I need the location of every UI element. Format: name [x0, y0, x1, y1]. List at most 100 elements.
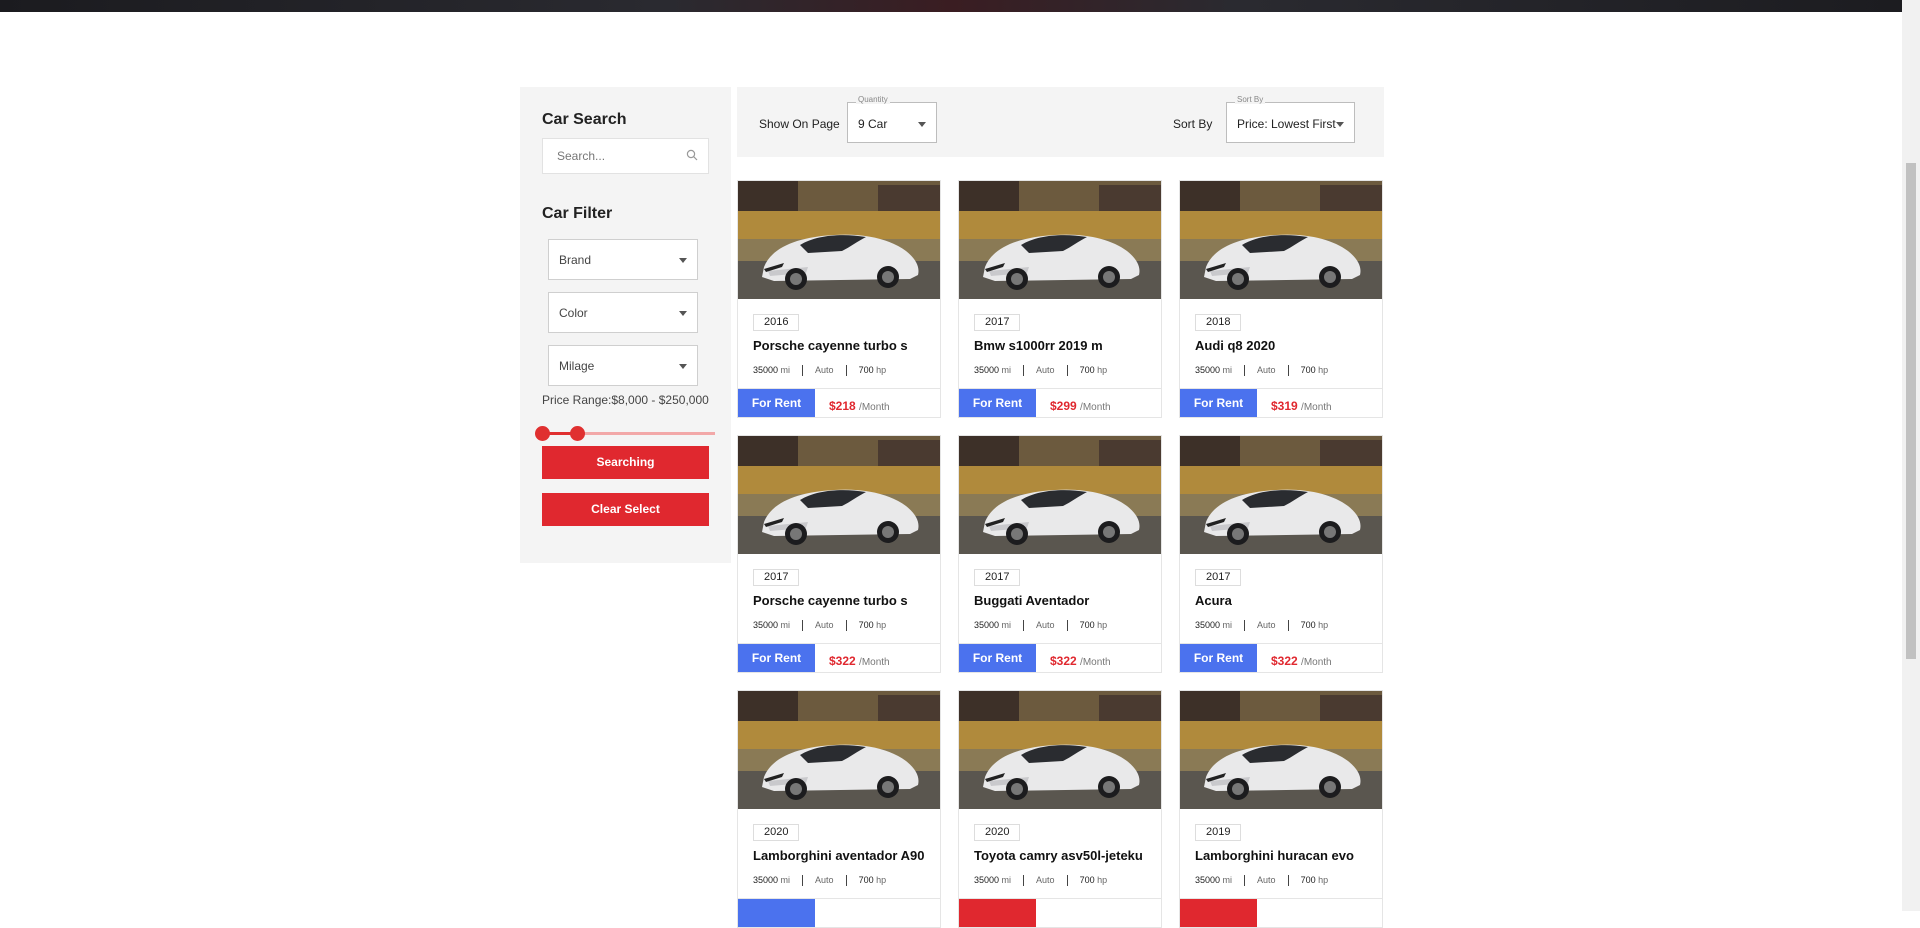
car-photo[interactable]	[1180, 436, 1382, 554]
car-card[interactable]: 2017 Bmw s1000rr 2019 m 35000 mi Auto 700 hp…	[958, 180, 1162, 418]
for-rent-button[interactable]	[738, 899, 815, 927]
card-footer: For Rent $218 /Month	[738, 388, 940, 417]
card-footer	[959, 898, 1161, 927]
transmission: Auto	[815, 620, 834, 630]
clear-select-button[interactable]: Clear Select	[542, 493, 709, 526]
price-period: /Month	[1080, 402, 1111, 413]
page-scrollbar[interactable]	[1902, 0, 1920, 911]
car-photo[interactable]	[959, 436, 1161, 554]
mileage-value: 35000	[1195, 620, 1221, 630]
horsepower-unit: hp	[1318, 620, 1329, 630]
for-rent-button[interactable]	[959, 899, 1036, 927]
card-footer: For Rent $322 /Month	[1180, 643, 1382, 672]
car-card[interactable]: 2017 Acura 35000 mi Auto 700 hp For Rent $322 …	[1179, 435, 1383, 673]
brand-select[interactable]: Brand	[548, 239, 698, 280]
milage-select[interactable]: Milage	[548, 345, 698, 386]
for-rent-button[interactable]: For Rent	[1180, 644, 1257, 672]
price-period: /Month	[1301, 402, 1332, 413]
year-badge: 2017	[974, 314, 1021, 331]
mileage-value: 35000	[1195, 365, 1221, 375]
hero-banner-edge	[0, 0, 1902, 12]
mileage-unit: mi	[780, 620, 791, 630]
for-rent-button[interactable]: For Rent	[959, 644, 1036, 672]
car-card[interactable]: 2019 Lamborghini huracan evo 35000 mi Auto 7…	[1179, 690, 1383, 928]
car-name[interactable]: Porsche cayenne turbo s	[753, 338, 908, 353]
year-badge: 2020	[974, 824, 1021, 841]
price-range: Price Range:$8,000 - $250,000	[542, 393, 709, 407]
mileage-unit: mi	[1001, 365, 1012, 375]
sort-value: Price: Lowest First	[1237, 117, 1336, 131]
car-specs: 35000 mi Auto 700 hp	[1195, 875, 1329, 887]
car-photo[interactable]	[959, 181, 1161, 299]
car-specs: 35000 mi Auto 700 hp	[753, 365, 887, 377]
car-name[interactable]: Acura	[1195, 593, 1232, 608]
price-range-value: $8,000 - $250,000	[611, 393, 709, 407]
price-value: $299	[1050, 399, 1077, 413]
chevron-down-icon	[679, 258, 687, 263]
quantity-value: 9 Car	[858, 117, 888, 131]
price-slider-max-handle[interactable]	[570, 426, 585, 441]
car-photo[interactable]	[1180, 691, 1382, 809]
search-input[interactable]	[543, 139, 673, 173]
divider	[1287, 875, 1289, 887]
for-rent-button[interactable]: For Rent	[738, 389, 815, 417]
mileage-value: 35000	[753, 620, 779, 630]
price-slider-min-handle[interactable]	[535, 426, 550, 441]
car-card[interactable]: 2020 Lamborghini aventador A90 35000 mi Aut…	[737, 690, 941, 928]
search-box	[542, 138, 709, 174]
car-name[interactable]: Lamborghini huracan evo	[1195, 848, 1354, 863]
horsepower-value: 700	[858, 365, 874, 375]
quantity-select[interactable]: Quantity 9 Car	[847, 95, 937, 143]
car-photo[interactable]	[959, 691, 1161, 809]
car-photo[interactable]	[738, 181, 940, 299]
transmission: Auto	[1257, 365, 1276, 375]
year-badge: 2020	[753, 824, 800, 841]
show-on-page-label: Show On Page	[759, 117, 840, 131]
car-name[interactable]: Toyota camry asv50l-jeteku	[974, 848, 1143, 863]
mileage-unit: mi	[1001, 875, 1012, 885]
price: $322 /Month	[829, 654, 890, 668]
divider	[1066, 620, 1068, 632]
car-card[interactable]: 2017 Porsche cayenne turbo s 35000 mi Auto 7…	[737, 435, 941, 673]
car-card[interactable]: 2018 Audi q8 2020 35000 mi Auto 700 hp For Re…	[1179, 180, 1383, 418]
milage-select-label: Milage	[559, 359, 595, 373]
car-card[interactable]: 2017 Buggati Aventador 35000 mi Auto 700 hp F…	[958, 435, 1162, 673]
for-rent-button[interactable]: For Rent	[1180, 389, 1257, 417]
horsepower-unit: hp	[1318, 875, 1329, 885]
card-footer: For Rent $319 /Month	[1180, 388, 1382, 417]
scrollbar-thumb[interactable]	[1906, 163, 1916, 659]
car-card[interactable]: 2016 Porsche cayenne turbo s 35000 mi Auto 7…	[737, 180, 941, 418]
searching-button[interactable]: Searching	[542, 446, 709, 479]
mileage-unit: mi	[780, 875, 791, 885]
car-name[interactable]: Buggati Aventador	[974, 593, 1089, 608]
price-range-label: Price Range:	[542, 393, 612, 407]
for-rent-button[interactable]: For Rent	[738, 644, 815, 672]
transmission: Auto	[1036, 365, 1055, 375]
car-name[interactable]: Audi q8 2020	[1195, 338, 1275, 353]
car-specs: 35000 mi Auto 700 hp	[974, 875, 1107, 887]
year-badge: 2019	[1195, 824, 1242, 841]
car-name[interactable]: Lamborghini aventador A90	[753, 848, 924, 863]
mileage-value: 35000	[753, 365, 779, 375]
car-photo[interactable]	[738, 436, 940, 554]
mileage-value: 35000	[974, 875, 1000, 885]
filter-sidebar: Car Search Car Filter Brand Color Milage…	[520, 87, 731, 563]
search-icon[interactable]	[686, 149, 698, 161]
car-photo[interactable]	[738, 691, 940, 809]
for-rent-button[interactable]: For Rent	[959, 389, 1036, 417]
sort-select[interactable]: Sort By Price: Lowest First	[1226, 95, 1355, 143]
color-select[interactable]: Color	[548, 292, 698, 333]
car-name[interactable]: Porsche cayenne turbo s	[753, 593, 908, 608]
car-photo[interactable]	[1180, 181, 1382, 299]
mileage-unit: mi	[1222, 875, 1233, 885]
price-value: $322	[829, 654, 856, 668]
for-rent-button[interactable]	[1180, 899, 1257, 927]
price-period: /Month	[1080, 657, 1111, 668]
price: $322 /Month	[1271, 654, 1332, 668]
horsepower-unit: hp	[876, 620, 887, 630]
card-footer: For Rent $322 /Month	[738, 643, 940, 672]
horsepower-unit: hp	[876, 365, 887, 375]
car-search-title: Car Search	[542, 111, 627, 128]
car-card[interactable]: 2020 Toyota camry asv50l-jeteku 35000 mi Au…	[958, 690, 1162, 928]
car-name[interactable]: Bmw s1000rr 2019 m	[974, 338, 1103, 353]
